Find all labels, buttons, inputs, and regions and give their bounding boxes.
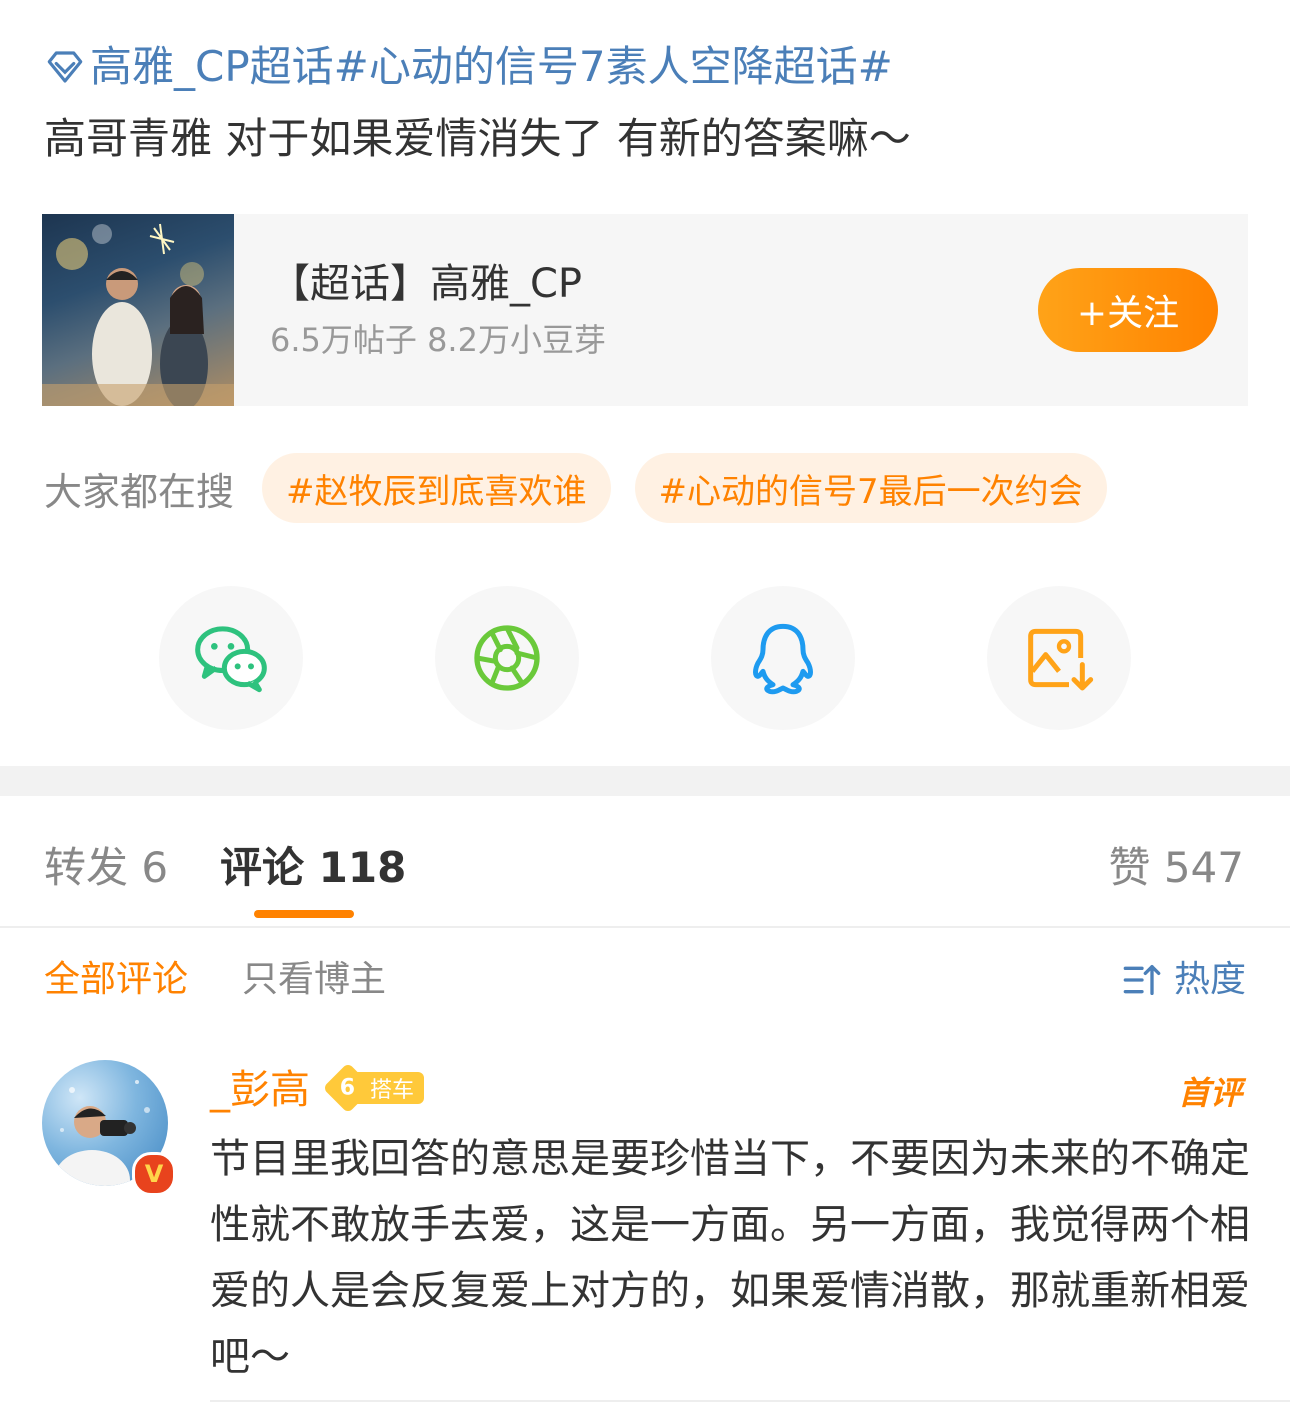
supertopic-stats: 6.5万帖子 8.2万小豆芽 [270, 321, 606, 359]
comment-username[interactable]: _彭高 [210, 1062, 310, 1118]
moments-icon [474, 625, 540, 691]
save-image-icon [1028, 628, 1094, 691]
sort-button[interactable]: 热度 [1122, 952, 1246, 1008]
supertopic-card[interactable]: 【超话】高雅_CP 6.5万帖子 8.2万小豆芽 +关注 [42, 214, 1248, 406]
topic-line-text[interactable]: 高雅_CP超话#心动的信号7素人空降超话# [90, 36, 893, 98]
tab-likes[interactable]: 赞 547 [1108, 834, 1244, 895]
comment-divider [210, 1400, 1290, 1402]
diamond-icon [47, 51, 83, 83]
supertopic-thumbnail [42, 214, 234, 406]
share-wechat-button[interactable] [159, 586, 303, 730]
share-row [159, 586, 1131, 730]
follow-button[interactable]: +关注 [1038, 268, 1218, 352]
interaction-tabs: 转发 6 评论 118 赞 547 [0, 796, 1290, 928]
comment-text: 节目里我回答的意思是要珍惜当下，不要因为未来的不确定性就不敢放手去爱，这是一方面… [210, 1136, 1250, 1380]
sort-label[interactable]: 热度 [1174, 952, 1246, 1008]
active-tab-indicator [254, 910, 354, 918]
qq-icon [753, 623, 813, 695]
comment-filters: 全部评论 只看博主 热度 [44, 952, 1246, 1008]
search-chip[interactable]: #心动的信号7最后一次约会 [634, 453, 1107, 523]
filter-all-comments[interactable]: 全部评论 [44, 952, 188, 1008]
post-header: 高雅_CP超话#心动的信号7素人空降超话# 高哥青雅 对于如果爱情消失了 有新的… [44, 36, 1254, 170]
share-moments-button[interactable] [435, 586, 579, 730]
post-text: 高哥青雅 对于如果爱情消失了 有新的答案嘛～ [44, 114, 911, 163]
tab-comments[interactable]: 评论 118 [220, 834, 406, 895]
save-image-button[interactable] [987, 586, 1131, 730]
tab-reposts[interactable]: 转发 6 [44, 834, 168, 895]
filter-author-only[interactable]: 只看博主 [242, 952, 386, 1008]
wechat-icon [195, 626, 267, 693]
trending-label: 大家都在搜 [44, 469, 235, 514]
fan-level-badge: 6 搭车 [322, 1062, 425, 1114]
sort-icon [1123, 965, 1161, 995]
verified-badge: V [132, 1152, 176, 1196]
share-qq-button[interactable] [711, 586, 855, 730]
supertopic-link[interactable]: 高雅_CP超话#心动的信号7素人空降超话# [44, 36, 1254, 98]
trending-searches: 大家都在搜 #赵牧辰到底喜欢谁 #心动的信号7最后一次约会 [44, 452, 1131, 524]
section-divider [0, 766, 1290, 796]
first-comment-badge: 首评 [1177, 1074, 1242, 1112]
supertopic-info: 【超话】高雅_CP 6.5万帖子 8.2万小豆芽 [270, 258, 1038, 362]
search-chip[interactable]: #赵牧辰到底喜欢谁 [262, 453, 611, 523]
fan-level-number: 6 [340, 1075, 356, 1101]
supertopic-title: 【超话】高雅_CP [270, 261, 583, 307]
